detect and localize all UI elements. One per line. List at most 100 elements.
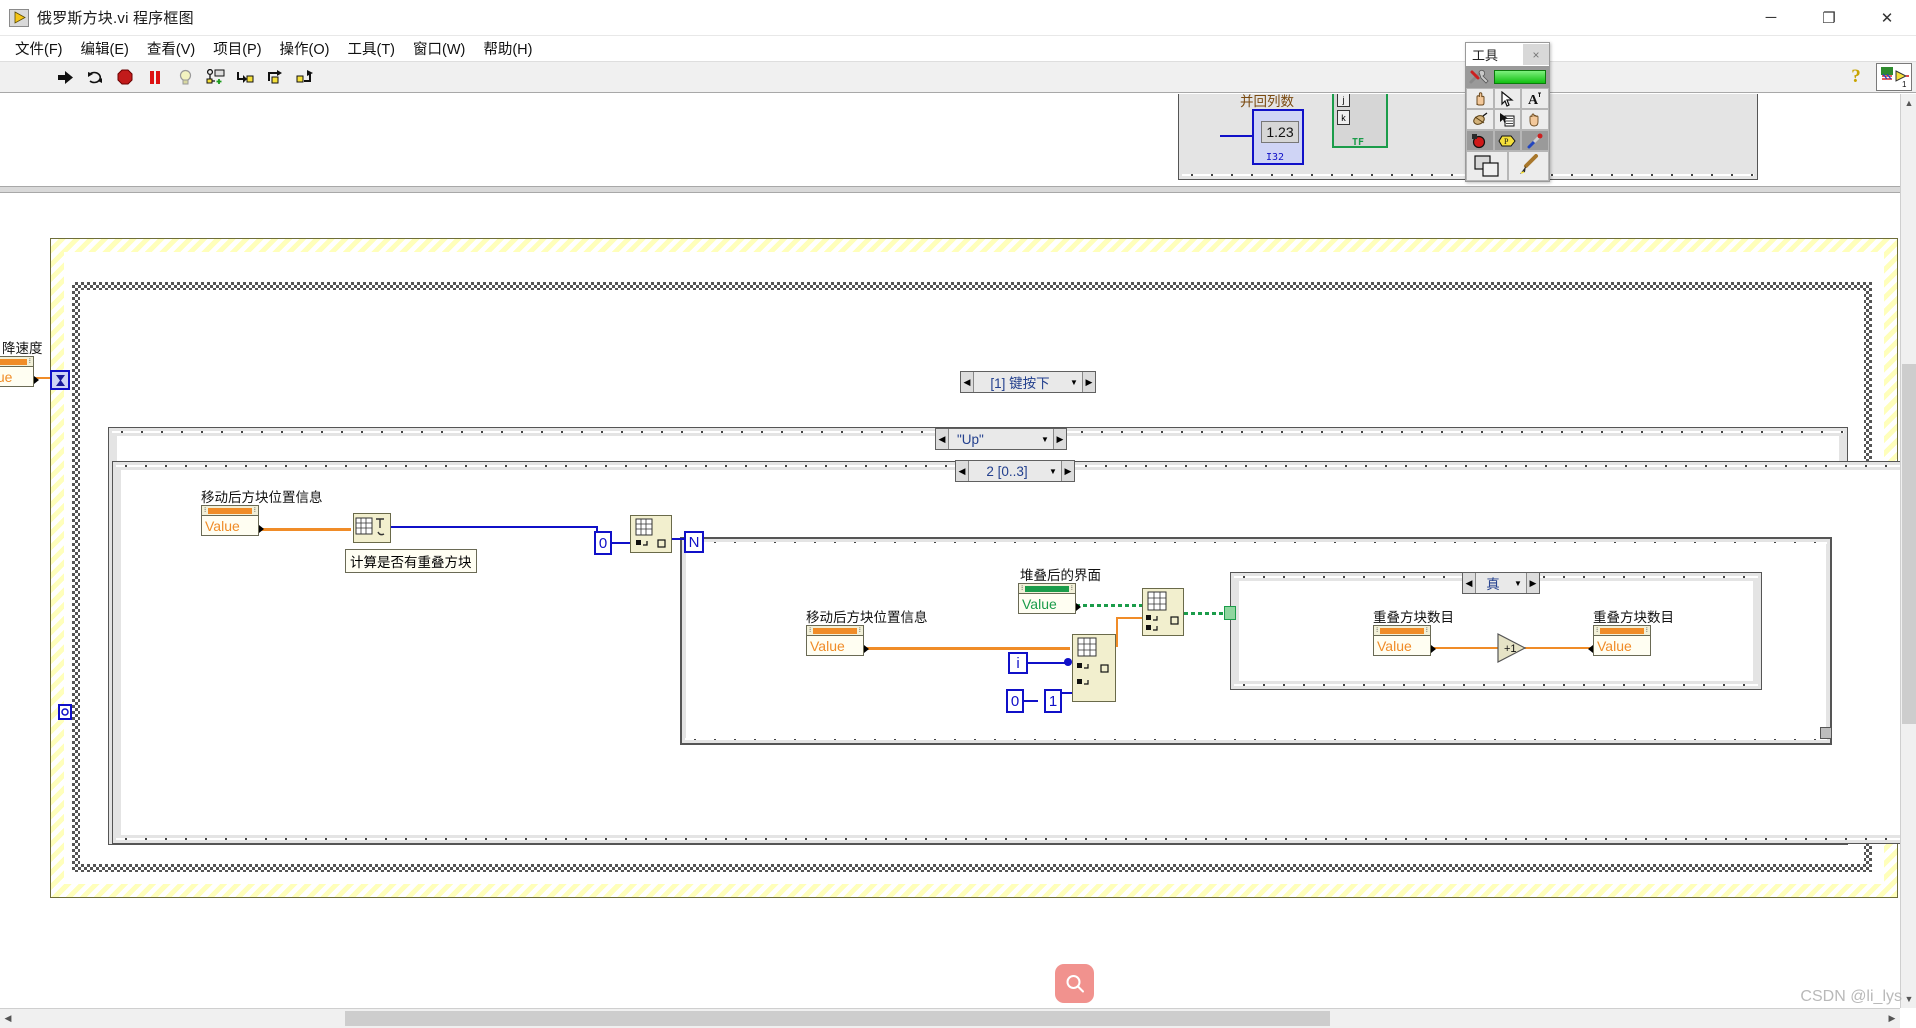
minimize-button[interactable]: ─ <box>1742 0 1800 36</box>
property-node-overlap-count-write-value[interactable]: Value <box>1593 636 1651 656</box>
index-case-next[interactable]: ▶ <box>1061 461 1074 481</box>
run-continuously-button[interactable] <box>82 65 108 89</box>
horizontal-scrollbar[interactable]: ◀ ▶ <box>0 1008 1900 1028</box>
boolean-index-array-node[interactable]: j k TF <box>1332 94 1388 148</box>
wire-index-lower-out-b[interactable] <box>1116 617 1144 619</box>
property-node-drop-speed-value[interactable]: alue <box>0 367 34 387</box>
subvi-calc-overlap[interactable] <box>353 513 391 543</box>
property-node-overlap-count-read[interactable]: ⁝ ⁝ Value <box>1373 625 1436 656</box>
loop-iteration-terminal-i[interactable]: i <box>1008 652 1028 674</box>
edit-text-tool[interactable]: A <box>1521 88 1549 109</box>
wire-stacked-interface[interactable] <box>1076 604 1142 607</box>
wire-block-position-1[interactable] <box>259 528 351 531</box>
constant-zero-array-index[interactable]: 0 <box>594 531 612 555</box>
step-into-button[interactable] <box>232 65 258 89</box>
tools-palette-titlebar[interactable]: 工具 × <box>1466 43 1549 66</box>
property-node-block-position-2-value[interactable]: Value <box>806 636 864 656</box>
key-case-dropdown-icon[interactable]: ▼ <box>1037 435 1053 444</box>
tools-palette-close-button[interactable]: × <box>1523 44 1549 65</box>
constant-numeric-123[interactable]: 1.23 <box>1261 121 1299 143</box>
vertical-scrollbar[interactable]: ▲ ▼ <box>1900 94 1916 1008</box>
tools-palette[interactable]: 工具 × A P <box>1465 42 1550 182</box>
event-selector-prev[interactable]: ◀ <box>961 372 974 392</box>
scroll-left-arrow[interactable]: ◀ <box>0 1010 16 1028</box>
index-array-node-lower[interactable] <box>1072 634 1116 702</box>
wire-subvi-out[interactable] <box>391 526 597 528</box>
step-over-button[interactable] <box>262 65 288 89</box>
position-size-select-tool[interactable] <box>1493 88 1522 109</box>
abort-button[interactable] <box>112 65 138 89</box>
key-case-next[interactable]: ▶ <box>1053 429 1066 449</box>
scroll-right-arrow[interactable]: ▶ <box>1884 1009 1900 1027</box>
array-size-node[interactable] <box>630 515 672 553</box>
menu-file[interactable]: 文件(F) <box>6 36 72 61</box>
wire-const0-row[interactable] <box>1024 700 1038 702</box>
operate-value-tool[interactable] <box>1466 88 1494 109</box>
menu-project[interactable]: 项目(P) <box>204 36 270 61</box>
connect-wire-tool[interactable] <box>1466 109 1494 130</box>
wire-block-position-2[interactable] <box>864 647 1070 650</box>
property-node-block-position-2[interactable]: ⁝ ⁝ Value <box>806 625 869 656</box>
wire-const0-to-node[interactable] <box>612 542 630 544</box>
close-button[interactable]: ✕ <box>1858 0 1916 36</box>
probe-data-tool[interactable]: P <box>1493 130 1522 151</box>
scroll-up-arrow[interactable]: ▲ <box>1901 94 1916 112</box>
menu-operate[interactable]: 操作(O) <box>271 36 339 61</box>
menu-tools[interactable]: 工具(T) <box>338 36 404 61</box>
pause-button[interactable] <box>142 65 168 89</box>
menu-window[interactable]: 窗口(W) <box>404 36 474 61</box>
highlight-execution-button[interactable] <box>172 65 198 89</box>
search-fab-button[interactable] <box>1055 964 1094 1003</box>
property-node-block-position-1-value[interactable]: Value <box>201 516 259 536</box>
case-structure-key-selector[interactable]: ◀ "Up" ▼ ▶ <box>935 428 1067 450</box>
menu-help[interactable]: 帮助(H) <box>474 36 541 61</box>
property-node-stacked-interface[interactable]: ⁝ ⁝ Value <box>1018 583 1081 614</box>
wire-to-numeric-constant[interactable] <box>1220 135 1256 137</box>
wire-index-lower-out-a[interactable] <box>1116 617 1118 647</box>
scroll-down-arrow[interactable]: ▼ <box>1901 990 1916 1008</box>
bool-case-prev[interactable]: ◀ <box>1463 573 1476 593</box>
bool-case-next[interactable]: ▶ <box>1526 573 1539 593</box>
horizontal-scrollbar-thumb[interactable] <box>345 1011 1330 1026</box>
scroll-window-tool[interactable] <box>1521 109 1549 130</box>
index-array-node-upper[interactable] <box>1142 588 1184 636</box>
color-swatch-tool[interactable] <box>1466 151 1508 181</box>
property-node-drop-speed[interactable]: ⁝ ⁝ alue <box>0 356 39 387</box>
property-node-overlap-count-read-value[interactable]: Value <box>1373 636 1431 656</box>
menu-edit[interactable]: 编辑(E) <box>72 36 138 61</box>
property-node-overlap-count-write[interactable]: ⁝ ⁝ Value <box>1588 625 1651 656</box>
event-structure-selector[interactable]: ◀ [1] 键按下 ▼ ▶ <box>960 371 1096 393</box>
numeric-constant-i32-group[interactable]: 1.23 I32 <box>1252 109 1304 165</box>
constant-zero-row[interactable]: 0 <box>1006 689 1024 713</box>
property-node-block-position-1[interactable]: ⁝ ⁝ Value <box>201 505 264 536</box>
vertical-scrollbar-thumb[interactable] <box>1902 364 1916 724</box>
paint-brush-tool[interactable] <box>1507 151 1549 181</box>
event-selector-dropdown-icon[interactable]: ▼ <box>1066 378 1082 387</box>
index-case-prev[interactable]: ◀ <box>956 461 969 481</box>
index-case-dropdown-icon[interactable]: ▼ <box>1045 467 1061 476</box>
menu-view[interactable]: 查看(V) <box>138 36 204 61</box>
automatic-tool-selection-toggle[interactable] <box>1466 66 1549 88</box>
function-increment[interactable]: +1 <box>1497 633 1539 663</box>
constant-one-col[interactable]: 1 <box>1044 689 1062 713</box>
block-diagram-canvas[interactable]: 并回列数 1.23 I32 j k TF 降速度 ⁝ ⁝ alue ◀ [ <box>0 94 1916 1008</box>
connector-pane-icon[interactable]: 1 <box>1876 63 1912 91</box>
wire-i-out[interactable] <box>1028 662 1068 664</box>
property-node-stacked-interface-value[interactable]: Value <box>1018 594 1076 614</box>
bool-case-dropdown-icon[interactable]: ▼ <box>1510 579 1526 588</box>
set-clear-breakpoint-tool[interactable] <box>1466 130 1494 151</box>
loop-stop-terminal[interactable] <box>58 704 72 720</box>
get-set-color-tool[interactable] <box>1521 130 1549 151</box>
case-structure-index-selector[interactable]: ◀ 2 [0..3] ▼ ▶ <box>955 460 1075 482</box>
maximize-button[interactable]: ❐ <box>1800 0 1858 36</box>
wait-timer-node[interactable] <box>50 370 70 390</box>
retain-wire-values-button[interactable] <box>202 65 228 89</box>
step-out-button[interactable] <box>292 65 318 89</box>
for-loop-resize-corner[interactable] <box>1820 727 1832 739</box>
object-shortcut-menu-tool[interactable] <box>1493 109 1522 130</box>
event-selector-next[interactable]: ▶ <box>1082 372 1095 392</box>
case-structure-boolean-selector[interactable]: ◀ 真 ▼ ▶ <box>1462 572 1540 594</box>
key-case-prev[interactable]: ◀ <box>936 429 949 449</box>
run-button[interactable] <box>52 65 78 89</box>
context-help-button[interactable]: ? <box>1836 66 1876 88</box>
